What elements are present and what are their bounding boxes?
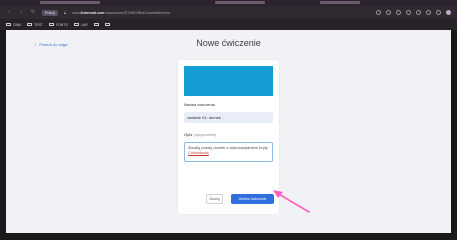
folder-icon	[26, 22, 32, 27]
page-content: ‹ Powrót do zajęć Nowe ćwiczenie Nazwa ć…	[6, 30, 451, 233]
description-label-text: Opis	[184, 132, 193, 137]
description-textarea[interactable]: Zbuduj prosty domek z wykorzystaniem bry…	[184, 142, 273, 162]
bookmark-item[interactable]: LAR	[73, 22, 88, 27]
back-arrow-icon[interactable]: ‹	[6, 10, 12, 15]
page-title: Nowe ćwiczenie	[196, 38, 261, 48]
site-chip[interactable]: Pracuj	[42, 9, 58, 16]
extension-icon[interactable]	[376, 10, 381, 15]
url-host: tinkercad.com	[80, 10, 105, 15]
annotation-arrow-icon	[273, 190, 310, 213]
bookmark-item[interactable]: TEST	[26, 22, 43, 27]
reload-icon[interactable]: ↻	[30, 10, 36, 15]
bookmark-item[interactable]	[93, 22, 99, 27]
folder-icon	[6, 22, 11, 27]
optional-hint: (opcjonalnie)	[193, 132, 217, 137]
extension-icon[interactable]	[436, 10, 441, 15]
window-bottom-edge	[0, 233, 457, 240]
extension-icons	[376, 10, 451, 15]
browser-tab[interactable]	[215, 1, 265, 4]
url-path: /classrooms/3TGM6YBfuEJr/activities/new	[104, 10, 171, 15]
cancel-button[interactable]: Anuluj	[206, 194, 223, 204]
activity-name-input[interactable]: zadanie 01: domek	[184, 112, 273, 123]
bookmark-label: CNM	[13, 22, 21, 27]
activity-form-card: Nazwa ćwiczenia zadanie 01: domek Opis (…	[178, 60, 279, 214]
extension-icon[interactable]	[406, 10, 411, 15]
folder-icon	[73, 22, 79, 27]
browser-toolbar: ‹ › ↻ Pracuj 🔒︎ www.tinkercad.com/classr…	[0, 6, 457, 19]
activity-banner-image[interactable]	[184, 66, 273, 96]
forward-arrow-icon[interactable]: ›	[18, 10, 24, 15]
folder-icon	[104, 22, 110, 27]
bookmark-label: FONTS	[55, 22, 68, 27]
create-activity-button[interactable]: Utwórz ćwiczenie	[231, 194, 274, 204]
lock-icon[interactable]: 🔒︎	[64, 10, 66, 15]
codeblocks-link[interactable]: Codeblocks	[188, 150, 209, 155]
bookmark-label: TEST	[33, 22, 43, 27]
description-label: Opis (opcjonalnie)	[184, 132, 216, 137]
extension-icon[interactable]	[396, 10, 401, 15]
profile-avatar[interactable]	[446, 10, 451, 15]
folder-icon	[93, 22, 99, 27]
bookmarks-bar: CNM TEST FONTS LAR	[0, 19, 457, 30]
name-label: Nazwa ćwiczenia	[184, 102, 215, 107]
bookmark-item[interactable]	[104, 22, 110, 27]
extension-icon[interactable]	[426, 10, 431, 15]
browser-tab[interactable]	[320, 1, 360, 4]
bookmark-label: LAR	[80, 22, 88, 27]
folder-icon	[48, 22, 54, 27]
address-bar[interactable]: www.tinkercad.com/classrooms/3TGM6YBfuEJ…	[72, 11, 370, 15]
browser-tab[interactable]	[40, 1, 100, 4]
extension-icon[interactable]	[416, 10, 421, 15]
bookmark-item[interactable]: FONTS	[48, 22, 68, 27]
extension-icon[interactable]	[386, 10, 391, 15]
bookmark-item[interactable]: CNM	[6, 23, 21, 27]
